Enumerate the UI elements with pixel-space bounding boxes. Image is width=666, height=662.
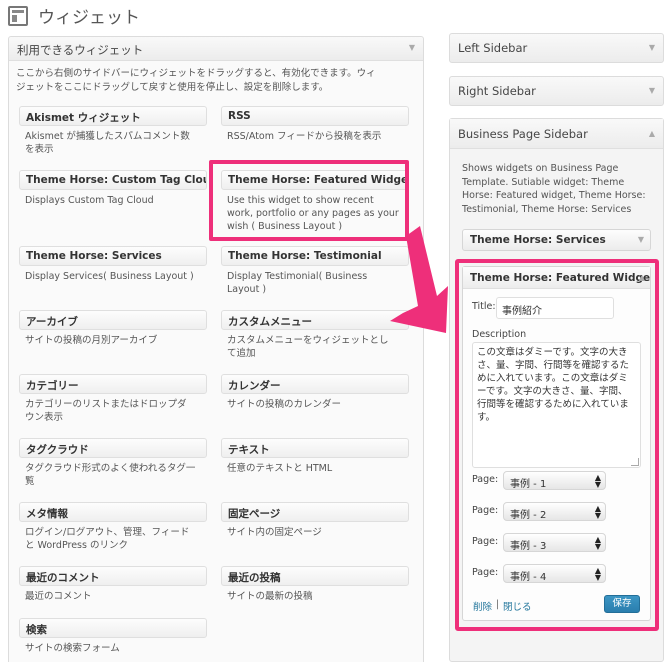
drag-arrow-visible: [390, 226, 448, 333]
drag-arrow-icon: [390, 226, 448, 333]
